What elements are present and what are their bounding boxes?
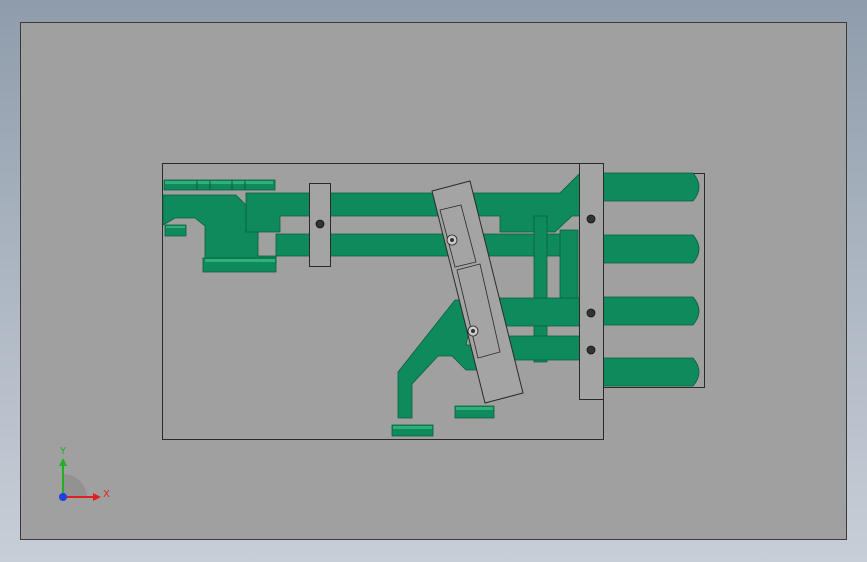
drawing-canvas[interactable]: Y X bbox=[0, 0, 867, 562]
bolt-3 bbox=[586, 308, 596, 318]
bolt-1 bbox=[315, 219, 325, 229]
z-axis-origin bbox=[59, 493, 67, 501]
y-axis-label: Y bbox=[59, 446, 67, 457]
bolt-4 bbox=[586, 345, 596, 355]
drawing-sheet bbox=[20, 22, 847, 540]
x-axis-label: X bbox=[103, 489, 110, 500]
cad-viewport[interactable]: Y X bbox=[0, 0, 867, 562]
clamp-plate-right[interactable] bbox=[579, 163, 604, 400]
bolt-2 bbox=[586, 214, 596, 224]
